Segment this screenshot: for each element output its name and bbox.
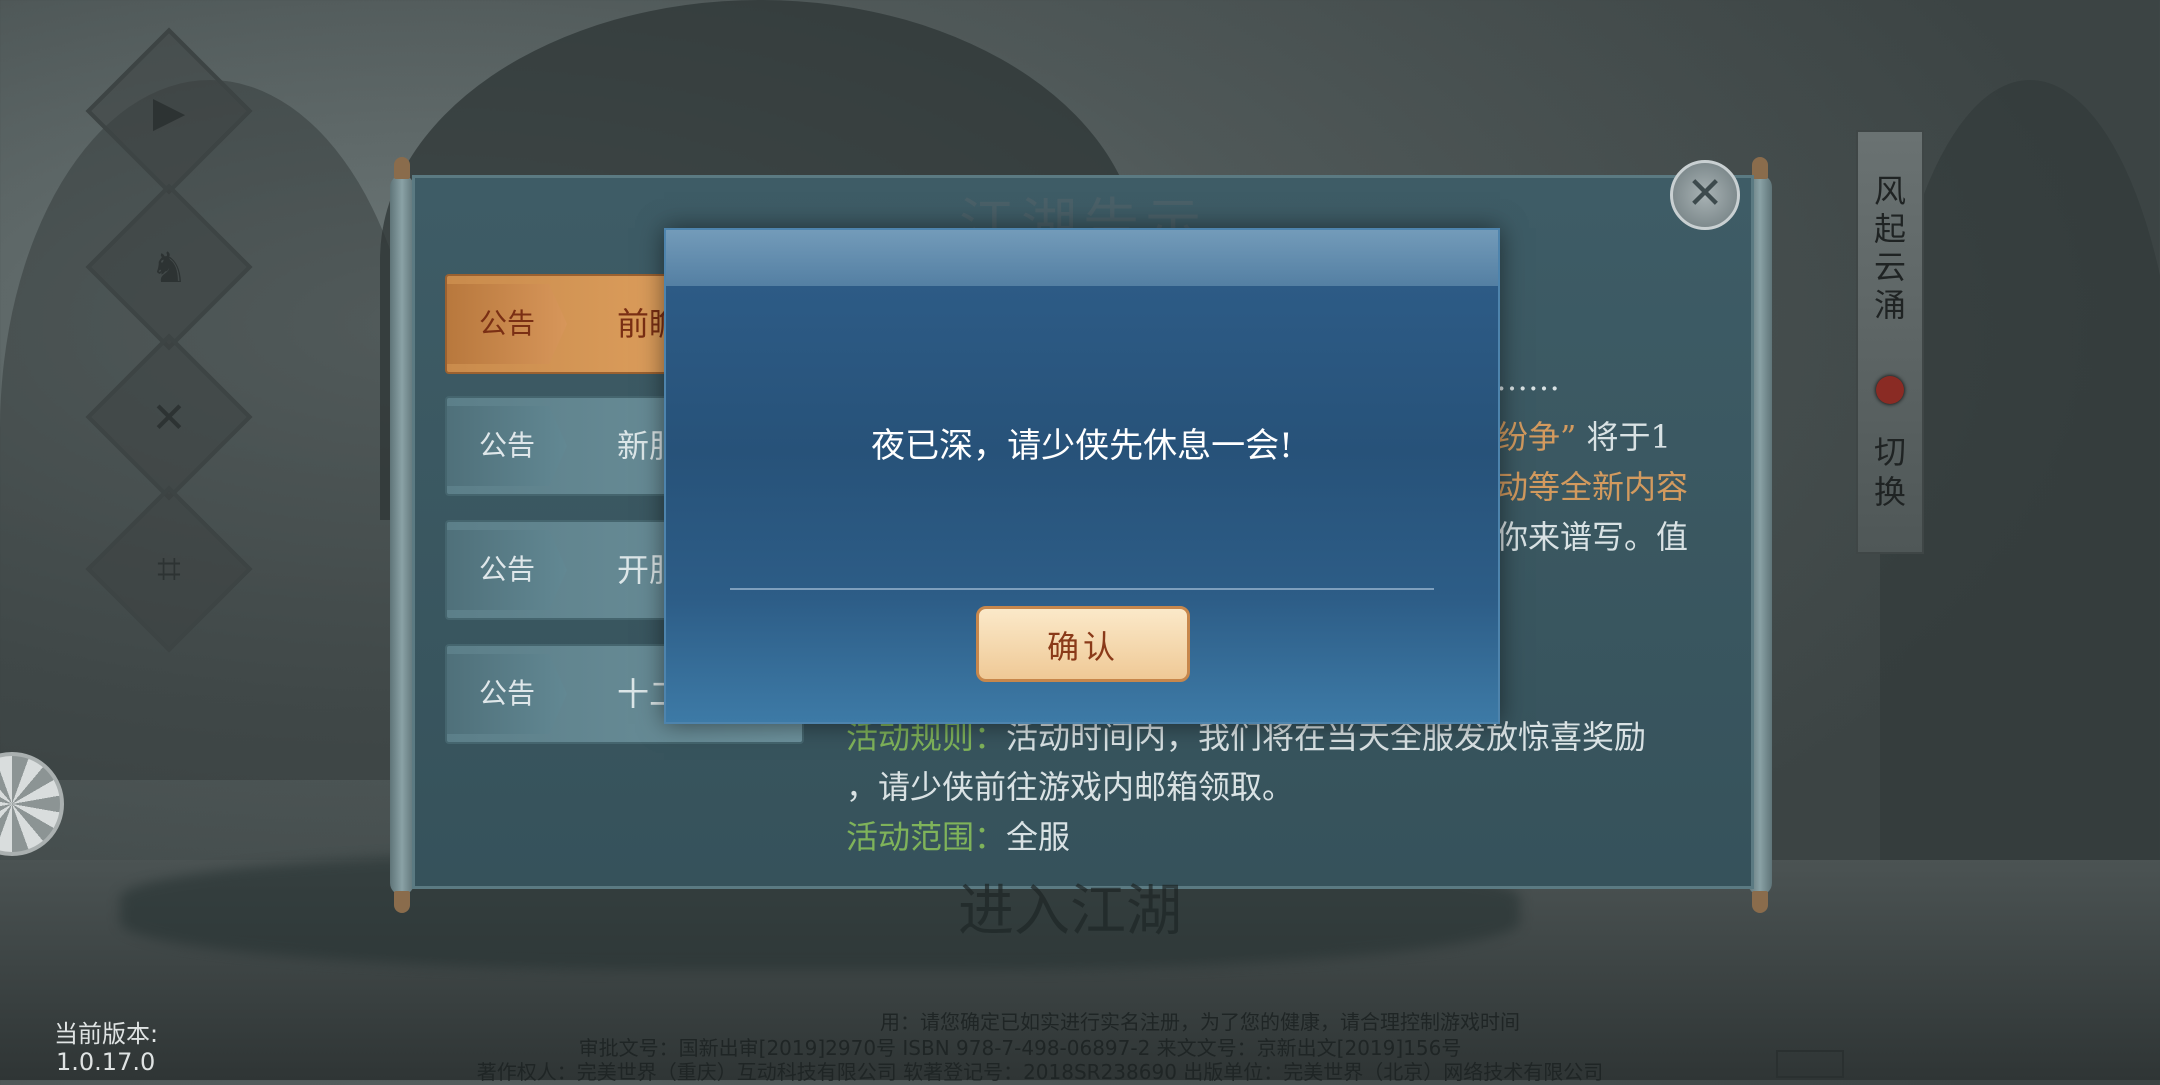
notice-highlight: 纷争” bbox=[1496, 418, 1577, 456]
notice-text: 将于1 bbox=[1586, 418, 1671, 456]
range-label: 活动范围： bbox=[846, 818, 1007, 856]
rest-reminder-dialog: 夜已深，请少侠先休息一会! 确认 bbox=[664, 228, 1500, 724]
notice-rules-2: ，请少侠前往游戏内邮箱领取。 bbox=[846, 768, 1295, 806]
horse-icon: ♞ bbox=[150, 242, 188, 292]
close-icon: ✕ bbox=[1686, 168, 1724, 219]
notice-ellipsis: …… bbox=[1496, 360, 1560, 398]
notice-range: 活动范围：全服 bbox=[846, 812, 1070, 858]
footer-line-1: 用：请您确定已如实进行实名注册，为了您的健康，请合理控制游戏时间 bbox=[880, 1010, 1520, 1034]
tab-tag: 公告 bbox=[447, 284, 567, 364]
notice-line-1: 纷争” 将于1 bbox=[1496, 412, 1671, 458]
tools-icon: ✕ bbox=[151, 392, 187, 442]
dialog-message: 夜已深，请少侠先休息一会! bbox=[871, 426, 1293, 466]
enter-game-button[interactable]: 进入江湖 bbox=[958, 866, 1182, 947]
switch-server-button[interactable]: 切换 bbox=[1858, 432, 1922, 512]
dialog-header bbox=[666, 230, 1498, 286]
server-name: 风起云涌 bbox=[1873, 172, 1906, 324]
tab-tag: 公告 bbox=[447, 406, 567, 486]
confirm-button[interactable]: 确认 bbox=[976, 606, 1190, 682]
dialog-divider bbox=[730, 588, 1434, 590]
scroll-rod-left bbox=[390, 157, 414, 913]
server-status-dot bbox=[1876, 376, 1904, 404]
range-text: 全服 bbox=[1006, 818, 1071, 856]
close-button[interactable]: ✕ bbox=[1670, 160, 1740, 230]
video-icon: ▶ bbox=[152, 86, 186, 136]
notice-line-2: 动等全新内容 bbox=[1496, 468, 1689, 506]
scan-icon: ⌗ bbox=[157, 544, 181, 593]
server-panel: 风起云涌 切换 bbox=[1856, 130, 1924, 554]
notice-line-3: 你来谱写。值 bbox=[1496, 518, 1689, 556]
publisher-logo bbox=[1776, 1050, 1844, 1078]
tab-tag: 公告 bbox=[447, 530, 567, 610]
tab-tag: 公告 bbox=[447, 654, 567, 734]
